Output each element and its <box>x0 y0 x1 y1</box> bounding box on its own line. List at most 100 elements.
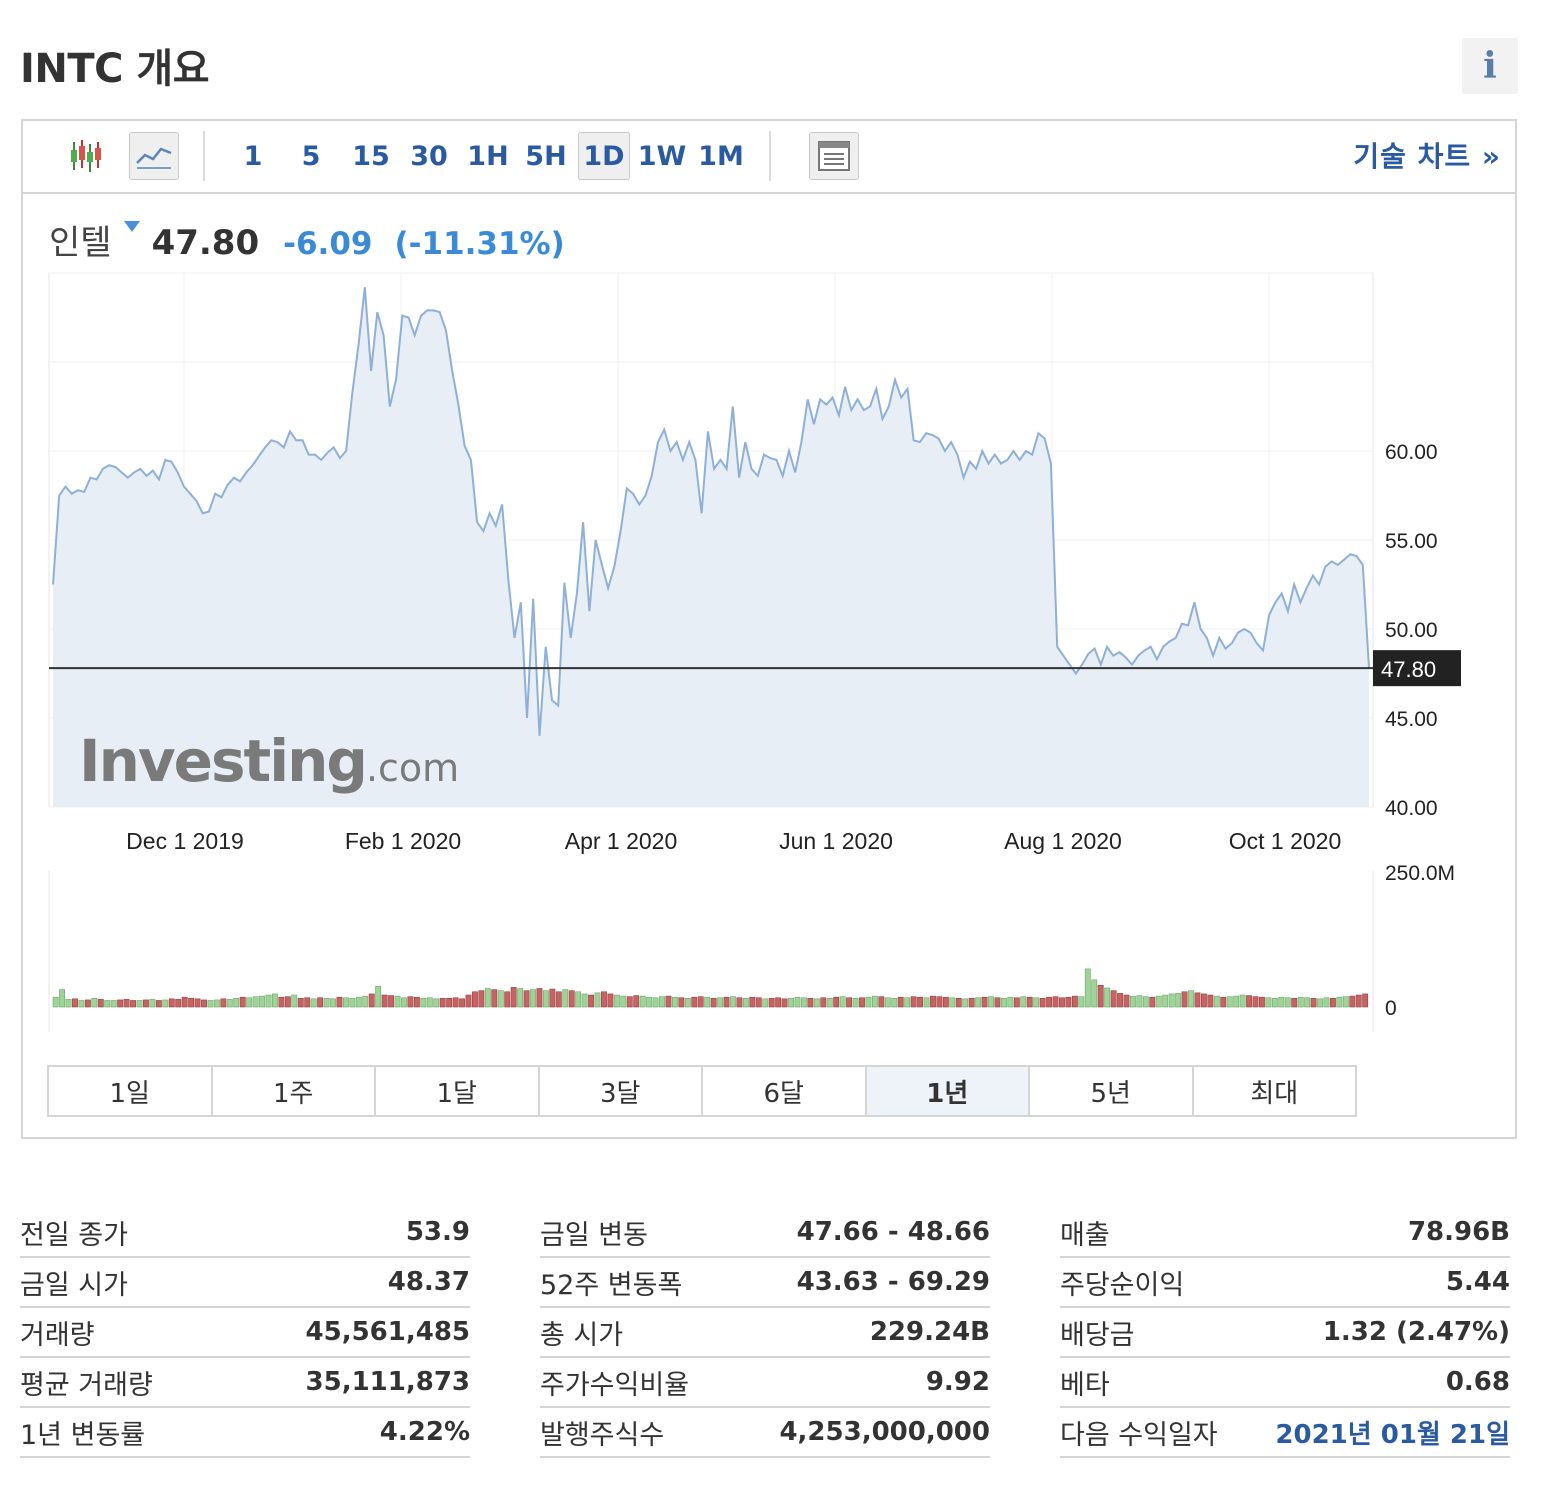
stat-value: 47.66 - 48.66 <box>796 1217 990 1247</box>
volume-bar <box>433 998 440 1008</box>
volume-bar <box>1000 997 1007 1008</box>
volume-bar <box>607 993 614 1008</box>
volume-bar <box>1220 996 1227 1008</box>
volume-bar <box>1168 993 1175 1008</box>
stat-row: 주가수익비율 9.92 <box>540 1358 990 1408</box>
volume-bar <box>239 996 246 1008</box>
stat-row: 평균 거래량 35,111,873 <box>20 1358 470 1408</box>
volume-bar <box>104 1000 111 1008</box>
stat-label: 전일 종가 <box>20 1219 128 1251</box>
range-max[interactable]: 최대 <box>1193 1067 1355 1115</box>
volume-bar <box>975 997 982 1008</box>
volume-bar <box>130 1000 136 1008</box>
range-1w[interactable]: 1주 <box>212 1067 376 1115</box>
stat-row: 총 시가 229.24B <box>540 1308 990 1358</box>
volume-bar <box>1252 996 1259 1008</box>
volume-bar <box>1239 994 1246 1008</box>
volume-bar <box>1362 993 1369 1008</box>
range-6m[interactable]: 6달 <box>703 1067 867 1115</box>
volume-bar <box>801 997 807 1008</box>
y-tick-label: 60.00 <box>1385 441 1438 464</box>
volume-bar <box>575 991 582 1008</box>
volume-bar <box>1213 995 1220 1008</box>
y-tick-label: 45.00 <box>1385 708 1438 731</box>
volume-bar <box>742 997 749 1008</box>
volume-bar <box>897 996 904 1008</box>
range-5y[interactable]: 5년 <box>1030 1067 1194 1115</box>
volume-bar <box>846 997 853 1008</box>
range-selector: 1일 1주 1달 3달 6달 1년 5년 최대 <box>47 1065 1357 1117</box>
stat-value: 1.32 (2.47%) <box>1322 1317 1510 1347</box>
volume-bar <box>1323 997 1330 1008</box>
volume-bar <box>407 996 414 1008</box>
stat-label: 발행주식수 <box>540 1419 665 1451</box>
stat-label: 1년 변동률 <box>20 1419 146 1451</box>
volume-bar <box>91 997 98 1008</box>
volume-bar <box>265 994 272 1008</box>
volume-bar <box>859 997 865 1008</box>
stat-row: 베타 0.68 <box>1060 1358 1510 1408</box>
chart-panel: 1 5 15 30 1H 5H 1D 1W 1M 기술 차트 » 인텔 47.8… <box>21 119 1517 1139</box>
info-button[interactable]: i <box>1462 38 1518 94</box>
volume-bar <box>930 995 936 1008</box>
volume-bar <box>542 990 549 1008</box>
volume-bar <box>1291 997 1298 1008</box>
stats-column-1: 전일 종가 53.9 금일 시가 48.37 거래량 45,561,485 평균 거래… <box>20 1208 470 1458</box>
stat-label: 금일 변동 <box>540 1219 648 1251</box>
range-1y[interactable]: 1년 <box>866 1067 1030 1115</box>
volume-bar <box>394 995 401 1008</box>
volume-bar <box>736 997 743 1008</box>
volume-bar <box>1026 996 1033 1008</box>
stat-value: 43.63 - 69.29 <box>796 1267 990 1297</box>
volume-bar <box>330 998 336 1008</box>
volume-bar <box>259 995 265 1008</box>
volume-bar <box>768 997 775 1008</box>
range-1d[interactable]: 1일 <box>49 1067 213 1115</box>
volume-bar <box>1084 968 1091 1008</box>
range-1m[interactable]: 1달 <box>376 1067 540 1115</box>
stat-label: 총 시가 <box>540 1319 624 1351</box>
volume-bar <box>310 998 317 1008</box>
volume-bar <box>168 998 175 1008</box>
x-tick-label: Jun 1 2020 <box>779 828 893 854</box>
volume-bar <box>459 998 465 1008</box>
volume-bar <box>478 990 485 1008</box>
volume-bar <box>375 986 382 1008</box>
volume-bar <box>1097 984 1104 1008</box>
volume-bar <box>149 999 156 1008</box>
volume-bar <box>549 988 556 1008</box>
volume-bar <box>304 997 311 1008</box>
volume-bar <box>1259 996 1265 1008</box>
volume-bar <box>1007 996 1014 1008</box>
volume-bar <box>413 996 420 1008</box>
x-tick-label: Aug 1 2020 <box>1004 828 1122 854</box>
next-earnings-date-link[interactable]: 2021년 01월 21일 <box>1275 1414 1510 1451</box>
stat-value: 9.92 <box>925 1367 990 1397</box>
stat-value: 45,561,485 <box>305 1317 470 1347</box>
stat-label: 평균 거래량 <box>20 1369 153 1401</box>
stat-label: 매출 <box>1060 1219 1110 1251</box>
volume-bar <box>439 997 446 1008</box>
volume-bar <box>1020 996 1027 1008</box>
stat-row: 다음 수익일자 2021년 01월 21일 <box>1060 1408 1510 1458</box>
volume-bar <box>136 1000 143 1008</box>
volume-bar <box>730 996 736 1008</box>
volume-bar <box>923 997 930 1008</box>
volume-bar <box>175 999 182 1008</box>
y-tick-label: 40.00 <box>1385 797 1438 820</box>
stat-value: 0.68 <box>1445 1367 1510 1397</box>
volume-bar <box>833 996 840 1008</box>
range-3m[interactable]: 3달 <box>539 1067 703 1115</box>
x-tick-label: Oct 1 2020 <box>1229 828 1342 854</box>
volume-bar <box>717 997 724 1008</box>
volume-bar <box>1284 997 1291 1008</box>
volume-bar <box>1039 997 1046 1008</box>
volume-bar <box>504 991 511 1008</box>
volume-bar <box>981 996 988 1008</box>
volume-bar <box>826 997 833 1008</box>
volume-bar <box>1091 979 1098 1008</box>
volume-bar <box>143 999 149 1008</box>
price-chart[interactable]: Investing.com47.8060.0055.0050.0045.0040… <box>23 121 1515 1056</box>
volume-bar <box>1278 996 1285 1008</box>
volume-bar <box>188 997 195 1008</box>
